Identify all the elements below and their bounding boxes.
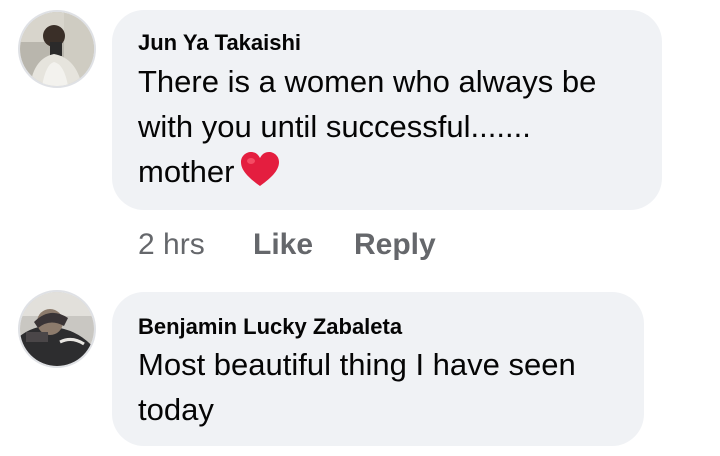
comment-author[interactable]: Benjamin Lucky Zabaleta <box>138 314 402 340</box>
profile-photo <box>20 12 94 86</box>
comment-2: Benjamin Lucky Zabaleta Most beautiful t… <box>0 288 720 456</box>
comment-author[interactable]: Jun Ya Takaishi <box>138 30 301 56</box>
comment-line: today <box>138 392 214 427</box>
comment-timestamp[interactable]: 2 hrs <box>138 228 205 262</box>
comment-actions: 2 hrs Like Reply <box>138 228 538 264</box>
comment-line: Most beautiful thing I have seen <box>138 347 576 382</box>
comment-line-last: mother <box>138 149 596 200</box>
avatar[interactable] <box>18 290 96 368</box>
comment-line: There is a women who always be <box>138 64 597 99</box>
heart-emoji-icon <box>240 152 280 200</box>
comment-text: There is a women who always be with you … <box>138 59 596 200</box>
comment-bubble: Benjamin Lucky Zabaleta Most beautiful t… <box>112 292 644 446</box>
comment-1: Jun Ya Takaishi There is a women who alw… <box>0 0 720 270</box>
reply-button[interactable]: Reply <box>354 228 436 262</box>
comment-line: with you until successful....... <box>138 109 531 144</box>
profile-photo <box>20 292 94 366</box>
comment-text: Most beautiful thing I have seen today <box>138 342 576 432</box>
avatar[interactable] <box>18 10 96 88</box>
comment-bubble: Jun Ya Takaishi There is a women who alw… <box>112 10 662 210</box>
like-button[interactable]: Like <box>253 228 313 262</box>
